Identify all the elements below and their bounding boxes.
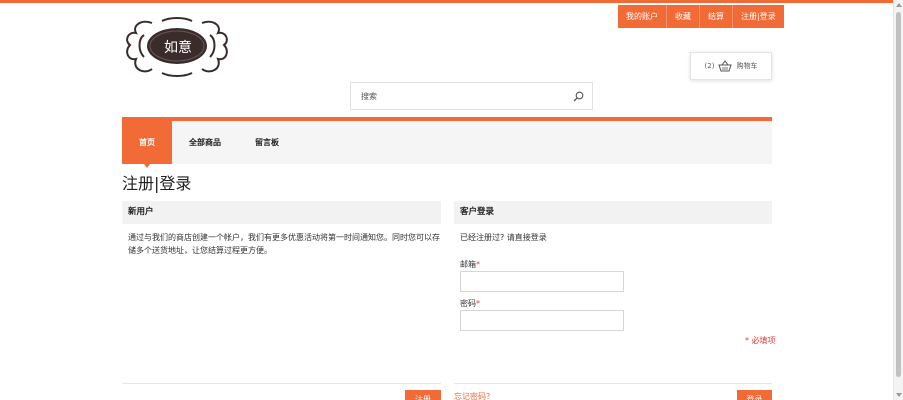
nav-item-all-products[interactable]: 全部商品 bbox=[172, 121, 238, 164]
main-nav: 首页 全部商品 留言板 bbox=[122, 117, 772, 168]
register-button[interactable]: 注册 bbox=[405, 390, 441, 400]
login-button[interactable]: 登录 bbox=[737, 390, 772, 400]
scroll-up-arrow-icon[interactable] bbox=[896, 3, 902, 7]
required-mark: * bbox=[476, 299, 480, 308]
search-box bbox=[350, 82, 593, 110]
email-label: 邮箱* bbox=[460, 260, 480, 269]
required-mark: * bbox=[476, 260, 480, 269]
cart-button[interactable]: (2) 购物车 bbox=[690, 52, 772, 80]
divider bbox=[454, 383, 772, 384]
cart-count: (2) bbox=[704, 62, 715, 70]
site-logo[interactable]: 如意 bbox=[122, 17, 232, 77]
checkout-link[interactable]: 结算 bbox=[700, 5, 733, 28]
scrollbar-thumb[interactable] bbox=[896, 12, 901, 377]
favorites-link[interactable]: 收藏 bbox=[667, 5, 700, 28]
password-field[interactable] bbox=[460, 310, 624, 331]
top-links: 我的账户 收藏 结算 注册|登录 bbox=[618, 5, 784, 28]
nav-item-guestbook[interactable]: 留言板 bbox=[238, 121, 296, 164]
required-note: * 必填项 bbox=[745, 336, 776, 345]
my-account-link[interactable]: 我的账户 bbox=[618, 5, 667, 28]
top-accent-bar bbox=[0, 0, 893, 3]
cart-label: 购物车 bbox=[736, 62, 758, 70]
login-description: 已经注册过? 请直接登录 bbox=[460, 233, 547, 242]
basket-icon bbox=[718, 60, 733, 72]
scroll-down-arrow-icon[interactable] bbox=[896, 393, 902, 397]
new-user-heading: 新用户 bbox=[122, 201, 441, 224]
logo-text: 如意 bbox=[164, 40, 192, 56]
register-login-link[interactable]: 注册|登录 bbox=[733, 5, 784, 28]
customer-login-heading: 客户登录 bbox=[454, 201, 772, 224]
divider bbox=[122, 383, 441, 384]
page-title: 注册|登录 bbox=[122, 174, 192, 193]
forgot-password-link[interactable]: 忘记密码? bbox=[454, 391, 490, 400]
search-icon[interactable] bbox=[573, 91, 584, 102]
vertical-scrollbar[interactable] bbox=[893, 0, 903, 400]
password-label: 密码* bbox=[460, 299, 480, 308]
email-field[interactable] bbox=[460, 271, 624, 292]
new-user-description: 通过与我们的商店创建一个帐户，我们有更多优惠活动将第一时间通知您。同时您可以存储… bbox=[128, 233, 440, 255]
nav-item-home[interactable]: 首页 bbox=[122, 121, 172, 168]
search-input[interactable] bbox=[351, 83, 551, 109]
